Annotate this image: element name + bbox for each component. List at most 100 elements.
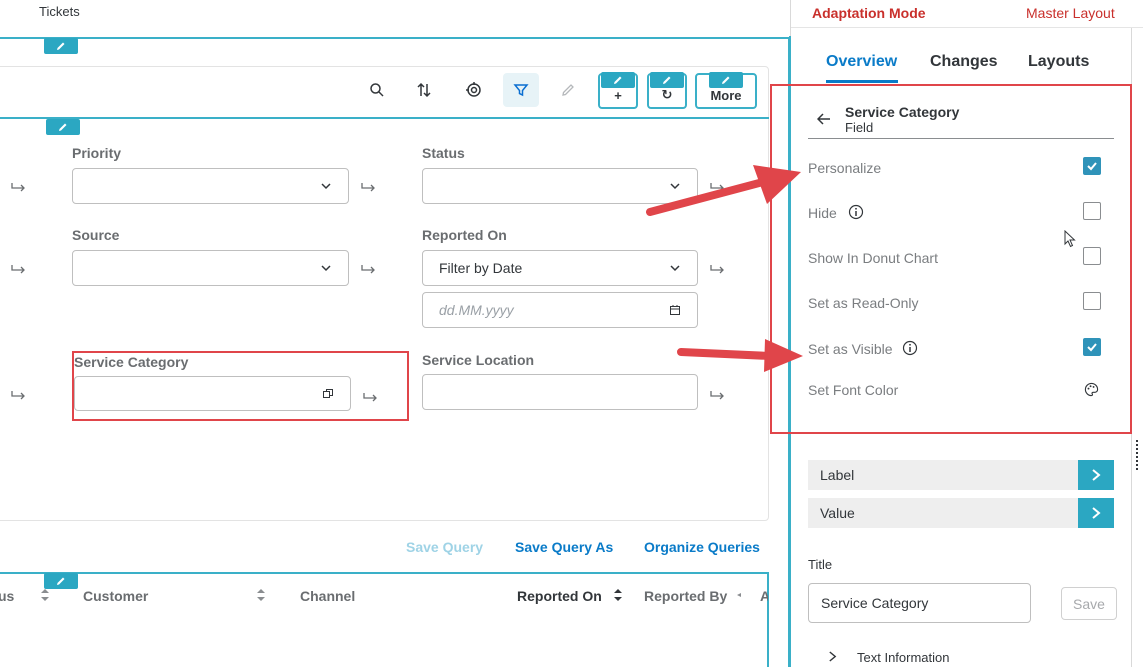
check-icon xyxy=(1087,343,1097,352)
read-only-label: Set as Read-Only xyxy=(808,295,919,311)
add-to-query-icon[interactable] xyxy=(709,262,727,276)
service-category-label: Service Category xyxy=(74,354,189,370)
back-arrow-icon[interactable] xyxy=(817,113,831,125)
tab-changes[interactable]: Changes xyxy=(930,53,998,71)
service-location-label: Service Location xyxy=(422,352,535,368)
value-help-icon[interactable] xyxy=(322,388,334,400)
mouse-cursor-icon xyxy=(1064,230,1076,248)
filter-icon[interactable] xyxy=(503,73,539,107)
table-frame[interactable] xyxy=(0,572,769,667)
pencil-icon xyxy=(722,76,730,84)
more-button[interactable]: More xyxy=(695,72,757,109)
edit-button-tab[interactable] xyxy=(650,72,684,88)
target-icon[interactable] xyxy=(456,73,492,107)
edit-button-tab[interactable] xyxy=(709,72,743,88)
sort-icon[interactable] xyxy=(256,587,266,603)
more-label: More xyxy=(710,88,742,103)
add-to-query-icon[interactable] xyxy=(362,390,380,404)
add-to-query-icon[interactable] xyxy=(360,262,378,276)
sort-icon[interactable] xyxy=(406,73,442,107)
master-layout-link[interactable]: Master Layout xyxy=(1026,5,1115,21)
column-header-partial: A xyxy=(760,588,768,604)
add-button[interactable]: + xyxy=(598,72,638,109)
service-location-input[interactable] xyxy=(422,374,698,410)
save-query-link: Save Query xyxy=(406,539,484,555)
palette-icon[interactable] xyxy=(1084,382,1099,397)
sort-icon[interactable] xyxy=(40,587,50,603)
pencil-icon xyxy=(57,577,65,585)
chevron-down-icon xyxy=(321,183,331,190)
hide-checkbox[interactable] xyxy=(1083,202,1101,220)
show-donut-checkbox[interactable] xyxy=(1083,247,1101,265)
edit-icon xyxy=(550,73,586,107)
sort-icon[interactable] xyxy=(613,587,623,603)
date-input[interactable]: dd.MM.yyyy xyxy=(422,292,698,328)
field-name: Service Category xyxy=(845,104,960,120)
column-header-channel[interactable]: Channel xyxy=(300,588,355,604)
read-only-checkbox[interactable] xyxy=(1083,292,1101,310)
add-to-query-icon[interactable] xyxy=(10,180,28,194)
text-information-label[interactable]: Text Information xyxy=(857,650,950,665)
priority-select[interactable] xyxy=(72,168,349,204)
service-category-input[interactable] xyxy=(74,376,351,411)
annotation-arrow-icon xyxy=(677,339,803,372)
chevron-right-icon[interactable] xyxy=(828,651,837,662)
info-icon[interactable] xyxy=(902,340,918,356)
hide-label: Hide xyxy=(808,205,837,221)
column-header-reported-by[interactable]: Reported By xyxy=(644,588,727,604)
visible-label: Set as Visible xyxy=(808,341,893,357)
edit-section-tab[interactable] xyxy=(44,38,78,54)
title-label: Title xyxy=(808,557,833,572)
column-header-partial: us xyxy=(0,588,15,604)
title-input[interactable]: Service Category xyxy=(808,583,1031,623)
pencil-icon xyxy=(57,42,65,50)
pencil-icon xyxy=(59,123,67,131)
visible-checkbox[interactable] xyxy=(1083,338,1101,356)
font-color-label: Set Font Color xyxy=(808,382,899,398)
pencil-icon xyxy=(663,76,671,84)
reported-on-value: Filter by Date xyxy=(439,260,523,276)
annotation-arrow-icon xyxy=(646,165,801,216)
chevron-right-icon[interactable] xyxy=(1078,460,1114,490)
info-icon[interactable] xyxy=(848,204,864,220)
sort-icon[interactable] xyxy=(735,587,745,603)
status-label: Status xyxy=(422,145,465,161)
chevron-right-icon[interactable] xyxy=(1078,498,1114,528)
page-title: Tickets xyxy=(39,4,80,19)
resize-handle[interactable] xyxy=(1136,440,1140,470)
calendar-icon[interactable] xyxy=(669,304,681,316)
pencil-icon xyxy=(614,76,622,84)
tab-overview[interactable]: Overview xyxy=(826,53,897,71)
personalize-label: Personalize xyxy=(808,160,882,176)
reported-on-label: Reported On xyxy=(422,227,507,243)
reset-button[interactable]: ↻ xyxy=(647,72,687,109)
save-query-as-link[interactable]: Save Query As xyxy=(515,539,613,555)
chevron-down-icon xyxy=(321,265,331,272)
value-section-text: Value xyxy=(820,505,855,521)
search-icon[interactable] xyxy=(359,73,395,107)
value-section-row[interactable]: Value xyxy=(808,498,1114,528)
save-button: Save xyxy=(1061,587,1117,620)
add-to-query-icon[interactable] xyxy=(360,180,378,194)
label-section-row[interactable]: Label xyxy=(808,460,1114,490)
reported-on-select[interactable]: Filter by Date xyxy=(422,250,698,286)
add-to-query-icon[interactable] xyxy=(10,388,28,402)
edit-filter-tab[interactable] xyxy=(46,119,80,135)
add-to-query-icon[interactable] xyxy=(709,388,727,402)
column-header-customer[interactable]: Customer xyxy=(83,588,148,604)
edit-button-tab[interactable] xyxy=(601,72,635,88)
add-to-query-icon[interactable] xyxy=(10,262,28,276)
refresh-icon: ↻ xyxy=(661,87,673,102)
priority-label: Priority xyxy=(72,145,122,161)
personalize-checkbox[interactable] xyxy=(1083,157,1101,175)
adaptation-mode-label: Adaptation Mode xyxy=(812,5,926,21)
source-select[interactable] xyxy=(72,250,349,286)
plus-icon: + xyxy=(614,88,622,103)
organize-queries-link[interactable]: Organize Queries xyxy=(644,539,760,555)
tab-layouts[interactable]: Layouts xyxy=(1028,53,1089,71)
column-header-reported-on[interactable]: Reported On xyxy=(517,588,602,604)
filter-body-frame xyxy=(0,117,769,119)
tab-overview-indicator xyxy=(826,80,898,83)
field-type: Field xyxy=(845,120,874,135)
field-divider xyxy=(808,138,1114,139)
